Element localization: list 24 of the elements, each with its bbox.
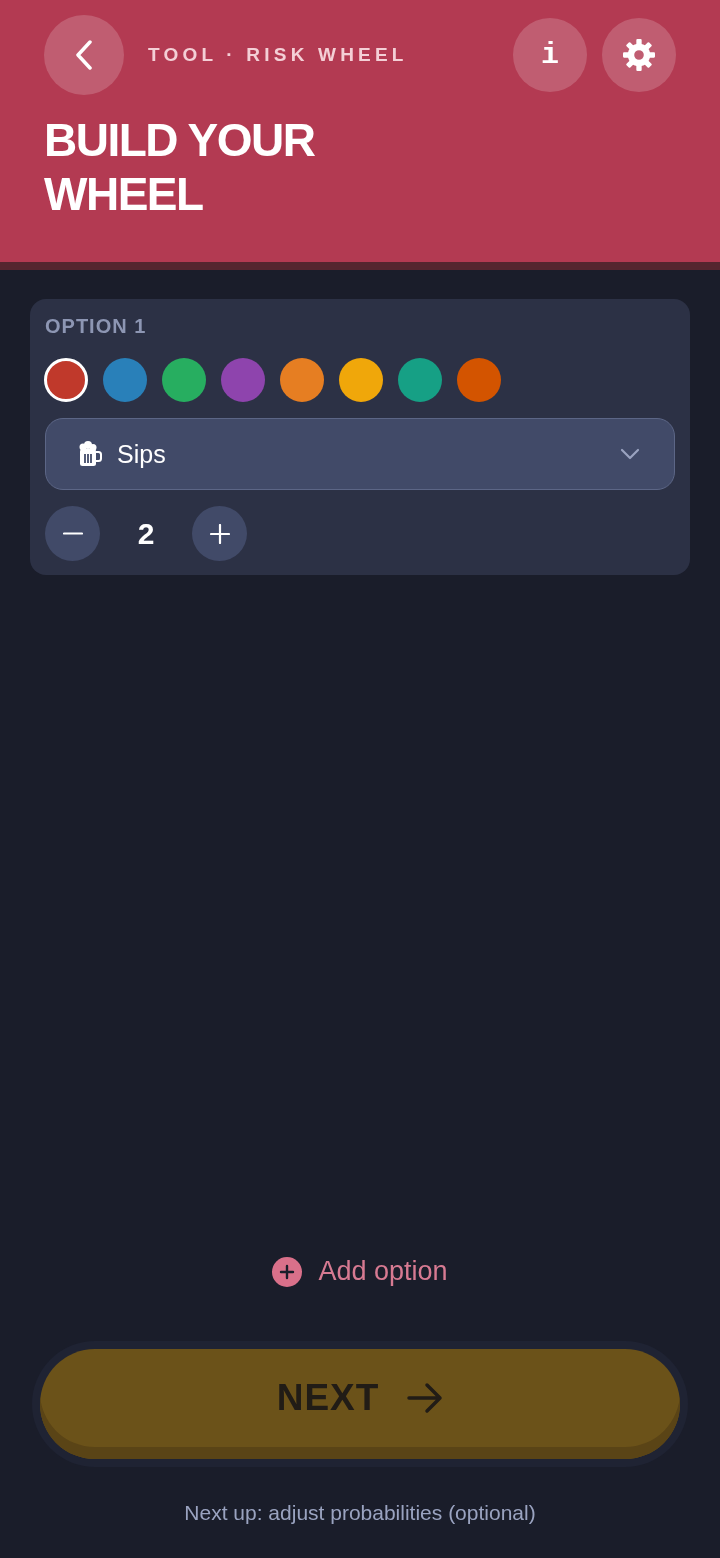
next-step-hint: Next up: adjust probabilities (optional) (184, 1500, 536, 1526)
back-chevron-icon (76, 40, 92, 70)
page-title: BUILD YOUR WHEEL (44, 113, 316, 221)
plus-icon (209, 523, 230, 544)
screen-subtitle: TOOL · RISK WHEEL (148, 44, 408, 66)
arrow-right-icon (407, 1382, 444, 1414)
color-swatch-icon[interactable] (398, 358, 442, 402)
color-swatch-icon[interactable] (457, 358, 501, 402)
type-dropdown[interactable]: Sips (45, 418, 675, 490)
beer-mug-icon (78, 441, 102, 467)
settings-icon (623, 39, 655, 71)
option-label: OPTION 1 (45, 315, 147, 337)
count-value: 2 (136, 516, 156, 551)
color-swatch-icon[interactable] (44, 358, 88, 402)
color-swatch-icon[interactable] (103, 358, 147, 402)
chevron-down-icon (620, 448, 640, 460)
color-swatch-icon[interactable] (221, 358, 265, 402)
add-option-button[interactable]: Add option (272, 1256, 448, 1287)
minus-icon (62, 532, 83, 535)
color-swatch-icon[interactable] (339, 358, 383, 402)
plus-circle-icon (272, 1256, 303, 1287)
info-button[interactable]: i (513, 18, 587, 92)
color-swatch-icon[interactable] (162, 358, 206, 402)
color-swatch-icon[interactable] (280, 358, 324, 402)
